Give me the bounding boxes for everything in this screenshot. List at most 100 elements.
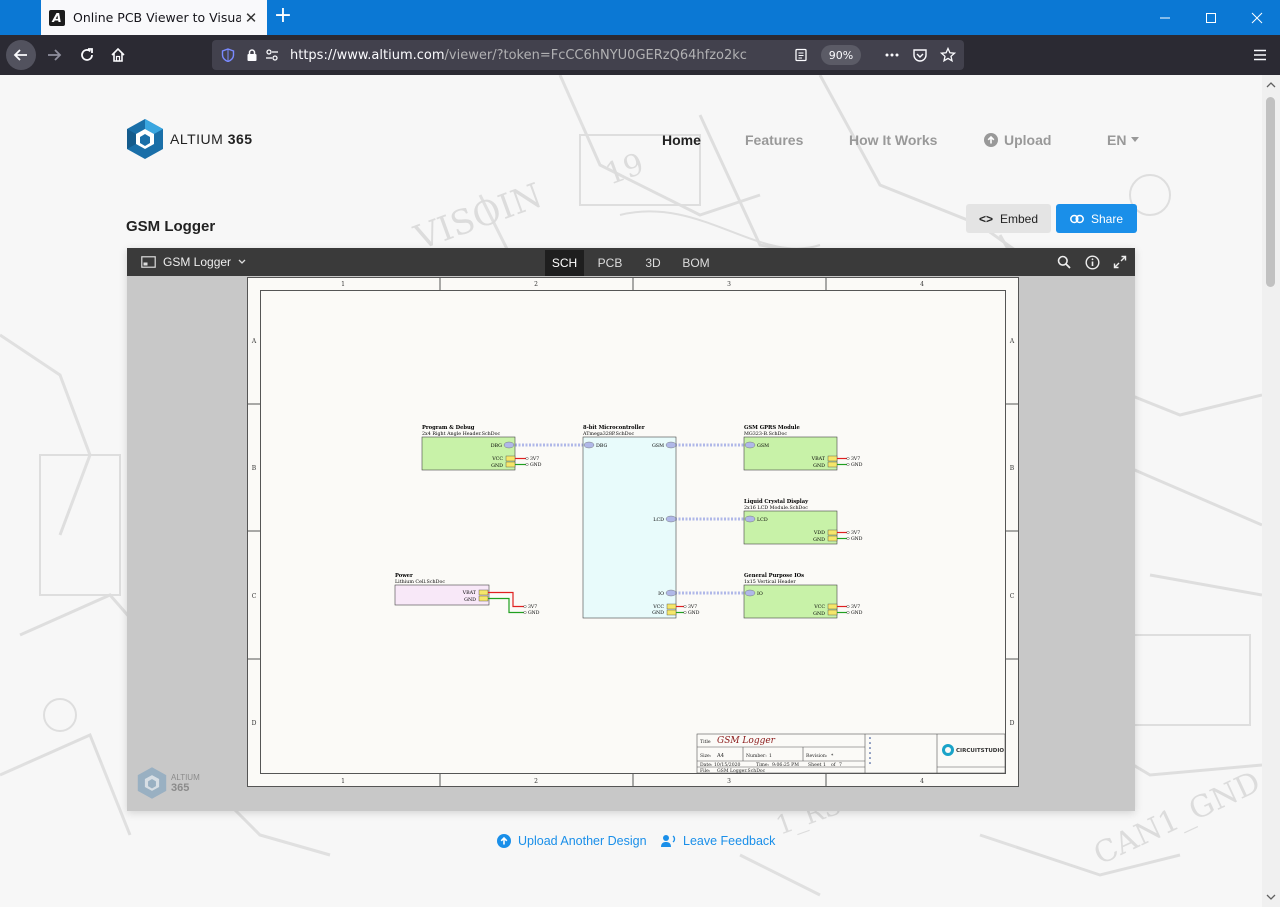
home-button[interactable] [104,41,132,69]
back-button[interactable] [6,40,36,70]
nav-how-it-works[interactable]: How It Works [849,132,937,148]
viewer-watermark-logo: ALTIUM 365 [137,766,200,800]
upload-another-design-link[interactable]: Upload Another Design [497,834,647,848]
svg-text:9:06:25 PM: 9:06:25 PM [772,762,799,768]
svg-text:3V7: 3V7 [530,456,539,462]
close-window-button[interactable] [1234,0,1280,35]
link-icon [1070,214,1084,223]
svg-text:Number:: Number: [746,753,767,759]
scroll-up-icon [1266,82,1276,88]
zoom-level[interactable]: 90% [821,45,861,65]
svg-text:GSM: GSM [652,443,664,449]
scrollbar-thumb[interactable] [1266,97,1275,287]
app-menu-button[interactable] [1246,41,1274,69]
browser-tab[interactable]: A Online PCB Viewer to Visualize ✕ [41,0,267,35]
url-text[interactable]: https://www.altium.com/viewer/?token=FcC… [290,48,747,63]
forward-button[interactable] [40,41,68,69]
pocket-icon[interactable] [912,47,928,63]
embed-button[interactable]: <> Embed [966,204,1051,233]
svg-text:VBAT: VBAT [811,456,826,462]
svg-text:CIRCUITSTUDIO: CIRCUITSTUDIO [956,748,1004,754]
svg-text:Title: Title [700,739,711,745]
home-icon [111,47,125,62]
tab-title: Online PCB Viewer to Visualize [73,10,241,25]
svg-text:1: 1 [823,762,826,768]
zone-col-1-top: 1 [341,281,345,288]
zone-row-b-left: B [252,465,257,472]
project-title: GSM Logger [126,218,216,235]
zone-col-2-top: 2 [534,281,538,288]
svg-text:GND: GND [528,610,540,616]
document-selector[interactable]: GSM Logger [141,248,246,276]
document-name: GSM Logger [163,255,232,269]
svg-text:File:: File: [700,768,711,774]
document-icon [141,256,156,268]
nav-features[interactable]: Features [745,132,803,148]
svg-text:LCD: LCD [653,517,664,523]
caret-down-icon [1131,137,1140,142]
svg-text:8-bit Microcontroller: 8-bit Microcontroller [583,425,645,431]
upload-circle-icon [984,133,998,147]
svg-text:DBG: DBG [596,443,607,449]
svg-text:GSM GPRS Module: GSM GPRS Module [744,425,800,431]
svg-text:3V7: 3V7 [851,530,860,536]
page-scrollbar[interactable] [1262,75,1280,907]
design-viewer[interactable]: GSM Logger SCH PCB 3D BOM 1 2 3 4 1 2 3 … [127,248,1135,811]
tab-sch[interactable]: SCH [545,250,584,276]
sheet-title: GSM Logger [717,736,776,746]
zone-col-1-bottom: 1 [341,778,345,785]
svg-text:ATmega328P.SchDoc: ATmega328P.SchDoc [582,431,634,437]
tab-bom[interactable]: BOM [677,250,715,276]
more-actions-icon[interactable] [884,47,900,63]
info-icon[interactable] [1084,254,1100,270]
nav-home[interactable]: Home [662,132,701,148]
reload-icon [81,48,93,61]
altium-logo-icon [137,767,167,799]
svg-text:GND: GND [652,610,664,616]
svg-text:VDD: VDD [813,530,825,536]
schematic-sheet[interactable]: 1 2 3 4 1 2 3 4 A B C D A B C D Program … [247,277,1019,787]
svg-text:GND: GND [851,610,863,616]
tab-close-icon[interactable]: ✕ [243,10,259,26]
hamburger-menu-icon [1254,49,1266,61]
svg-text:Revision:: Revision: [806,753,828,759]
svg-text:VCC: VCC [652,604,664,610]
new-tab-button[interactable]: + [272,5,294,28]
svg-text:GSM: GSM [757,443,769,449]
feedback-person-icon [661,835,676,847]
main-navigation: Home Features How It Works Upload EN [0,132,1262,152]
back-arrow-icon [13,49,27,61]
bookmark-star-icon[interactable] [940,47,956,63]
lock-icon[interactable] [244,47,260,63]
altium-favicon-icon: A [49,9,65,26]
permissions-icon[interactable] [264,47,280,63]
svg-text:GND: GND [851,536,863,542]
svg-text:1x15 Vertical Header: 1x15 Vertical Header [744,579,796,585]
reader-view-icon[interactable] [793,47,809,63]
svg-text:2x16 LCD Module.SchDoc: 2x16 LCD Module.SchDoc [744,505,808,511]
tracking-shield-icon[interactable] [220,47,236,63]
zone-col-4-bottom: 4 [920,778,924,785]
svg-text:2x4 Right Angle Header.SchDoc: 2x4 Right Angle Header.SchDoc [422,431,500,437]
address-bar[interactable]: https://www.altium.com/viewer/?token=FcC… [212,40,964,70]
tab-3d[interactable]: 3D [638,250,668,276]
svg-text:GND: GND [813,611,825,617]
minimize-button[interactable] [1142,0,1188,35]
search-icon[interactable] [1056,254,1072,270]
maximize-button[interactable] [1188,0,1234,35]
zone-row-a-right: A [1009,338,1015,345]
svg-text:VBAT: VBAT [462,590,477,596]
tab-pcb[interactable]: PCB [591,250,629,276]
reload-button[interactable] [73,41,101,69]
svg-text:LCD: LCD [757,517,768,523]
svg-text:IO: IO [757,591,763,597]
share-button[interactable]: Share [1056,204,1137,233]
svg-text:Program & Debug: Program & Debug [422,425,475,431]
viewer-logo-text: ALTIUM 365 [171,772,200,794]
nav-upload[interactable]: Upload [984,132,1051,148]
zone-row-c-right: C [1010,593,1015,600]
leave-feedback-link[interactable]: Leave Feedback [661,834,775,848]
fullscreen-icon[interactable] [1112,254,1128,270]
language-select[interactable]: EN [1107,132,1140,148]
url-path: /viewer/?token=FcCC6hNYU0GERzQ64hfzo2kc [444,47,747,63]
